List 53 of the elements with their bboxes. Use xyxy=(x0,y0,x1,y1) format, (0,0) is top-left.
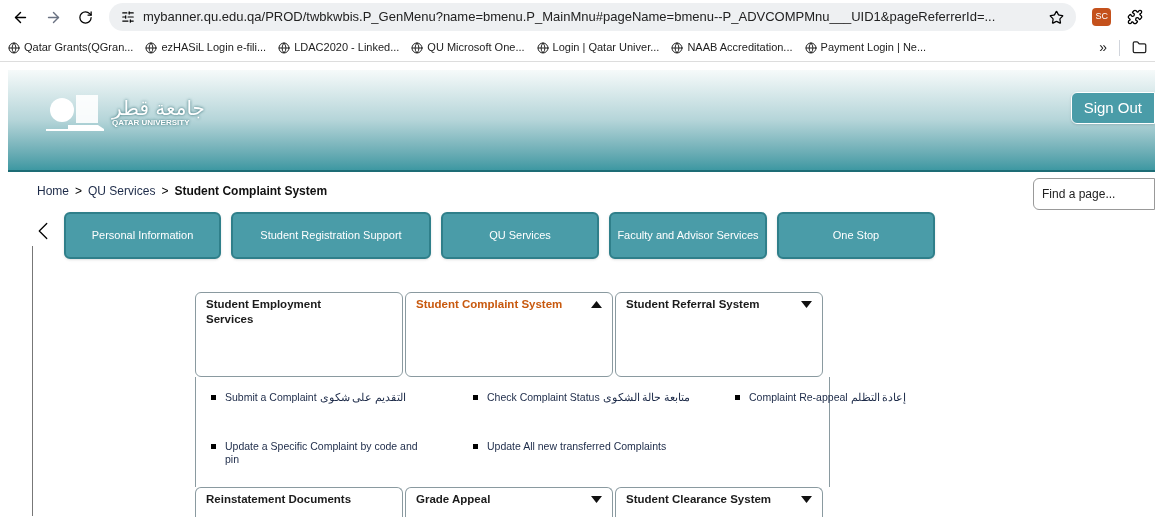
tile-title: Student Referral System xyxy=(626,297,760,312)
profile-badge[interactable]: SC xyxy=(1092,8,1111,26)
folder-icon[interactable] xyxy=(1132,40,1147,55)
url-text: mybanner.qu.edu.qa/PROD/twbkwbis.P_GenMenu?name=bmenu.P_MainMnu#pageName=bmenu--P_ADVCOMPMnu___UID1&pageReferrerId=... xyxy=(143,8,997,27)
tile-title: Grade Appeal xyxy=(416,492,491,507)
bullet-icon xyxy=(211,443,216,449)
site-info-icon[interactable] xyxy=(121,10,135,24)
bookmark-favicon-icon xyxy=(8,41,20,54)
bookmark-favicon-icon xyxy=(145,41,158,54)
menu-tile[interactable]: Student Complaint System xyxy=(405,292,613,377)
logo-arabic-text: جامعة قطر xyxy=(112,97,205,119)
breadcrumb-link[interactable]: QU Services xyxy=(88,182,156,200)
bookmark-link[interactable]: Payment Login | Ne... xyxy=(820,39,927,56)
menu-tile[interactable]: Student Referral System xyxy=(615,292,823,377)
bookmark-favicon-icon xyxy=(411,41,424,54)
bookmark-link[interactable]: Qatar Grants(QGran... xyxy=(24,39,134,56)
logo-english-text: QATAR UNIVERSITY xyxy=(112,119,190,127)
bookmark-link[interactable]: LDAC2020 - Linked... xyxy=(294,39,400,56)
extensions-icon[interactable] xyxy=(1127,9,1143,25)
submenu-link[interactable]: Update All new transferred Complaints xyxy=(487,439,667,453)
bullet-icon xyxy=(473,395,478,400)
bullet-icon xyxy=(473,443,478,449)
tile-title: Student Employment Services xyxy=(206,297,322,327)
tile-title: Student Clearance System xyxy=(626,492,772,507)
bookmark-favicon-icon xyxy=(671,41,684,54)
breadcrumb-separator: > xyxy=(161,183,169,200)
menu-tile[interactable]: Reinstatement Documents xyxy=(195,487,403,517)
university-logo-icon xyxy=(46,93,104,131)
bullet-icon xyxy=(211,395,216,400)
bookmark-favicon-icon xyxy=(804,41,817,54)
bookmark-link[interactable]: Login | Qatar Univer... xyxy=(552,39,660,56)
bookmark-link[interactable]: QU Microsoft One... xyxy=(427,39,525,56)
submenu-link[interactable]: Update a Specific Complaint by code and pin xyxy=(225,439,430,466)
bookmark-favicon-icon xyxy=(536,41,549,54)
tile-title: Reinstatement Documents xyxy=(206,492,352,507)
submenu-link[interactable]: Complaint Re-appeal إعادة التظلم xyxy=(749,391,907,404)
address-bar[interactable]: mybanner.qu.edu.qa/PROD/twbkwbis.P_GenMenu?name=bmenu.P_MainMnu#pageName=bmenu--P_ADVCOMPMnu___UID1&pageReferrerId=... xyxy=(109,3,1077,31)
bullet-icon xyxy=(735,395,740,400)
menu-tile[interactable]: Grade Appeal xyxy=(405,487,613,517)
find-page-field[interactable]: Find a page... xyxy=(1033,178,1155,210)
breadcrumb-link[interactable]: Home xyxy=(37,182,69,200)
submenu-link[interactable]: Submit a Complaint التقديم على شكوى xyxy=(225,391,407,404)
menu-tile[interactable]: Student Clearance System xyxy=(615,487,823,517)
menu-tile[interactable]: Student Employment Services xyxy=(195,292,403,377)
bookmark-link[interactable]: NAAB Accreditation... xyxy=(687,39,793,56)
bookmark-link[interactable]: ezHASiL Login e-fili... xyxy=(161,39,267,56)
submenu-link[interactable]: Check Complaint Status متابعة حالة الشكوى xyxy=(487,391,691,404)
bookmark-star-icon[interactable] xyxy=(1049,9,1065,25)
bookmark-favicon-icon xyxy=(278,41,291,54)
reload-icon[interactable] xyxy=(78,9,93,25)
tile-title: Student Complaint System xyxy=(416,297,563,312)
breadcrumb-separator: > xyxy=(75,183,83,200)
more-bookmarks[interactable]: » xyxy=(1099,37,1107,58)
